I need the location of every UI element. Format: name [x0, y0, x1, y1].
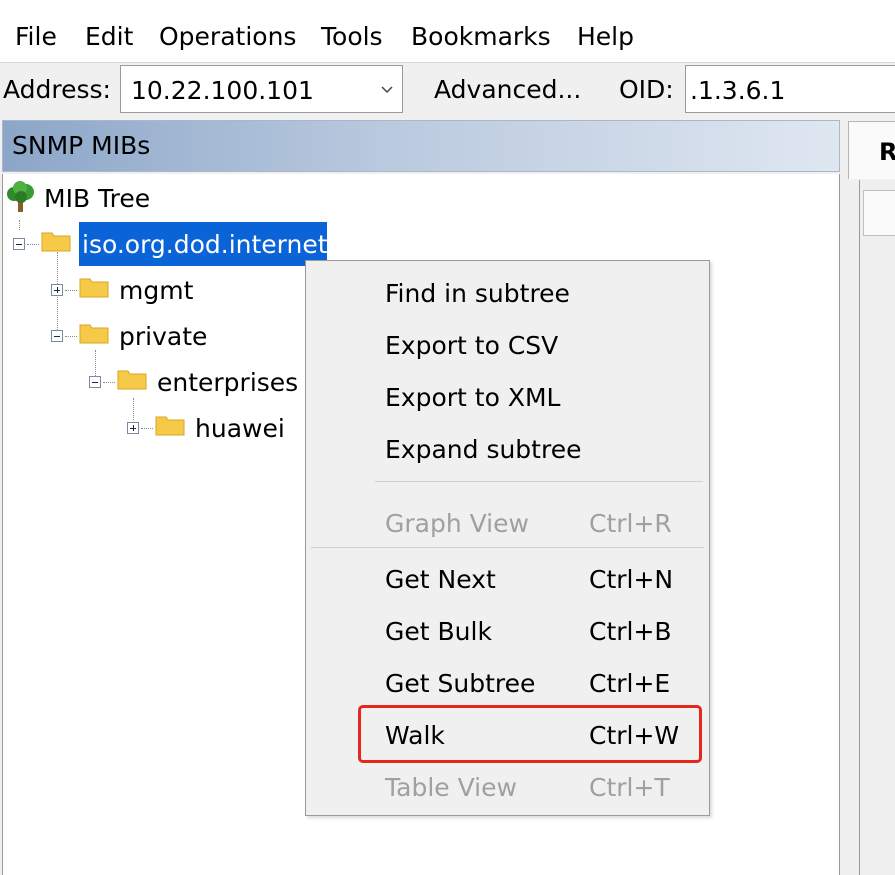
folder-icon [41, 230, 71, 256]
collapse-toggle[interactable] [51, 330, 63, 342]
oid-label: OID: [619, 75, 674, 104]
walk-highlight-box [358, 705, 702, 763]
folder-icon [117, 368, 147, 394]
tree-node-internet[interactable]: iso.org.dod.internet [82, 230, 328, 259]
folder-icon [155, 414, 185, 440]
menu-item-find-in-subtree[interactable]: Find in subtree [385, 279, 570, 308]
tree-connector [65, 336, 77, 337]
advanced-button[interactable]: Advanced... [434, 75, 581, 104]
menu-file[interactable]: File [15, 22, 57, 51]
menu-item-expand-subtree[interactable]: Expand subtree [385, 435, 581, 464]
menu-bookmarks[interactable]: Bookmarks [411, 22, 551, 51]
result-tab-label: R [879, 138, 895, 166]
menu-tools[interactable]: Tools [321, 22, 383, 51]
result-area [859, 180, 895, 875]
result-tab[interactable]: R [848, 121, 895, 179]
expand-toggle[interactable] [51, 284, 63, 296]
shortcut-get-subtree: Ctrl+E [589, 669, 671, 698]
tree-node-mgmt[interactable]: mgmt [119, 276, 193, 305]
tree-connector [57, 252, 58, 342]
tree-root-label[interactable]: MIB Tree [44, 184, 150, 213]
oid-input[interactable]: .1.3.6.1 [685, 65, 895, 113]
menu-item-export-xml[interactable]: Export to XML [385, 383, 560, 412]
shortcut-get-bulk: Ctrl+B [589, 617, 672, 646]
menu-edit[interactable]: Edit [85, 22, 133, 51]
menu-help[interactable]: Help [577, 22, 634, 51]
tree-connector [103, 382, 115, 383]
menu-item-get-subtree[interactable]: Get Subtree [385, 669, 535, 698]
collapse-toggle[interactable] [89, 376, 101, 388]
menu-item-export-csv[interactable]: Export to CSV [385, 331, 558, 360]
tree-node-huawei[interactable]: huawei [195, 414, 285, 443]
menu-item-graph-view: Graph View [385, 509, 529, 538]
shortcut-graph-view: Ctrl+R [589, 509, 672, 538]
menu-separator [375, 481, 703, 482]
folder-icon [79, 276, 109, 302]
tree-node-private[interactable]: private [119, 322, 207, 351]
chevron-down-icon[interactable] [380, 78, 394, 104]
tree-connector [27, 244, 39, 245]
oid-value: .1.3.6.1 [690, 76, 786, 105]
menu-separator [311, 547, 704, 548]
title-bar [0, 0, 895, 14]
tree-connector [141, 428, 153, 429]
tree-connector [19, 220, 20, 230]
panel-header: SNMP MIBs [2, 120, 840, 172]
panel-title: SNMP MIBs [12, 131, 151, 160]
menu-item-get-next[interactable]: Get Next [385, 565, 496, 594]
address-combo[interactable]: 10.22.100.101 [120, 65, 403, 113]
menu-bar: File Edit Operations Tools Bookmarks Hel… [0, 14, 895, 64]
tree-connector [65, 290, 77, 291]
shortcut-table-view: Ctrl+T [589, 773, 670, 802]
tree-node-enterprises[interactable]: enterprises [157, 368, 298, 397]
address-label: Address: [3, 75, 111, 104]
address-toolbar: Address: 10.22.100.101 Advanced... OID: … [0, 63, 895, 117]
result-header [863, 190, 895, 236]
shortcut-get-next: Ctrl+N [589, 565, 674, 594]
tree-icon [4, 180, 38, 218]
menu-item-get-bulk[interactable]: Get Bulk [385, 617, 492, 646]
menu-item-table-view: Table View [385, 773, 517, 802]
tree-connector [133, 398, 134, 420]
folder-icon [79, 322, 109, 348]
collapse-toggle[interactable] [13, 238, 25, 250]
menu-operations[interactable]: Operations [159, 22, 296, 51]
expand-toggle[interactable] [127, 422, 139, 434]
address-value: 10.22.100.101 [131, 76, 314, 105]
